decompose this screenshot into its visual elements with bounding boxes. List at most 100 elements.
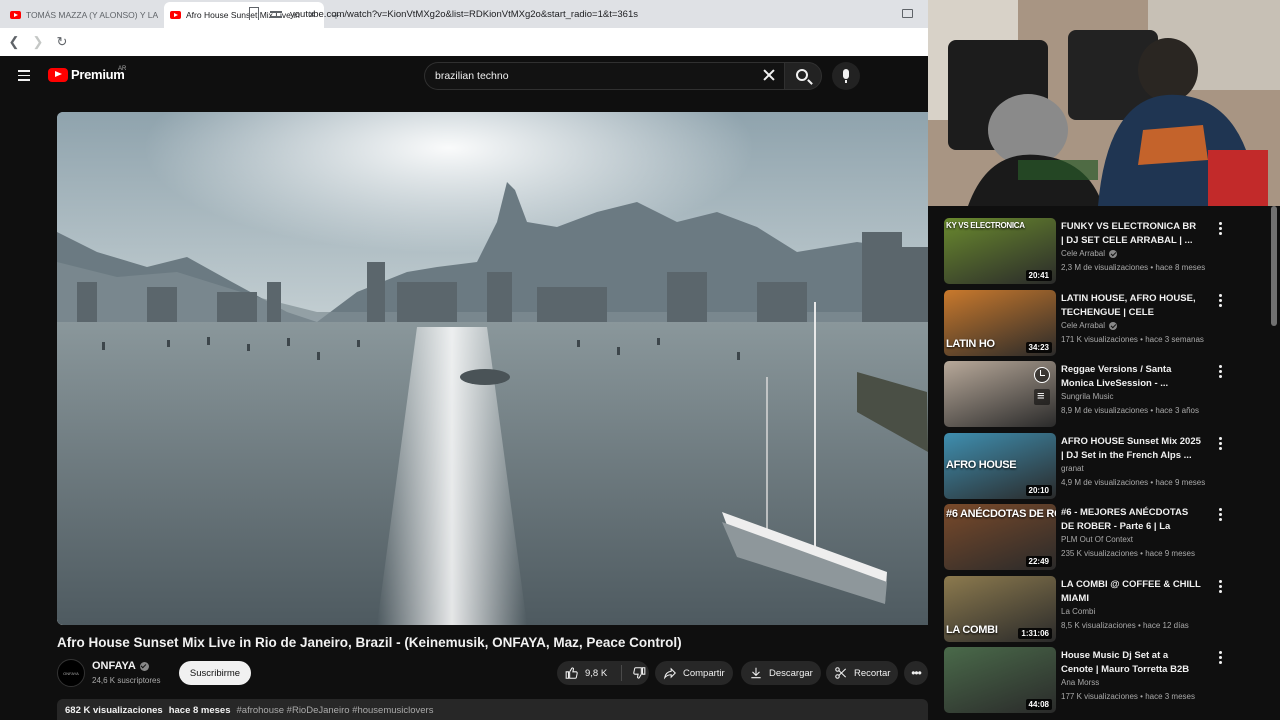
recommendation-item[interactable]: LATIN HO 34:23 LATIN HOUSE, AFRO HOUSE, TE… — [944, 290, 1274, 356]
channel-name-text: ONFAYA — [92, 660, 136, 672]
share-icon — [663, 667, 676, 680]
verified-icon — [139, 661, 149, 671]
channel-avatar[interactable]: ONFAYA — [57, 659, 85, 687]
upload-age: hace 3 años — [1155, 406, 1199, 415]
site-info-icon[interactable] — [270, 9, 282, 19]
recommendation-channel[interactable]: Sungrila Music — [1061, 392, 1113, 401]
more-horizontal-icon: ••• — [911, 666, 922, 680]
channel-name-text: granat — [1061, 464, 1084, 473]
tab-title: TOMÁS MAZZA (Y ALONSO) Y LA PE — [26, 10, 158, 20]
divider — [621, 665, 622, 681]
microphone-icon — [843, 69, 849, 83]
reload-icon[interactable]: ↻ — [54, 34, 70, 50]
recommendation-channel[interactable]: La Combi — [1061, 607, 1095, 616]
forward-icon[interactable]: ❯ — [30, 34, 46, 50]
logo-text: Premium — [71, 67, 125, 82]
url-field[interactable]: youtube.com/watch?v=KionVtMXg2o&list=RDK… — [270, 4, 920, 24]
recommendation-title[interactable]: AFRO HOUSE Sunset Mix 2025 | DJ Set in t… — [1061, 435, 1201, 463]
scissors-icon — [835, 667, 847, 679]
video-thumbnail[interactable]: AFRO HOUSE 20:10 — [944, 433, 1056, 499]
video-thumbnail[interactable]: 44:08 — [944, 647, 1056, 713]
video-thumbnail[interactable]: LA COMBI 1:31:06 — [944, 576, 1056, 642]
recommendation-title[interactable]: LA COMBI @ COFFEE & CHILL MIAMI — [1061, 578, 1201, 606]
thumbs-down-icon — [632, 667, 645, 679]
more-vertical-icon[interactable] — [1219, 508, 1223, 522]
more-vertical-icon[interactable] — [1219, 222, 1223, 236]
recommendation-channel[interactable]: PLM Out Of Context — [1061, 535, 1133, 544]
browser-tab[interactable]: TOMÁS MAZZA (Y ALONSO) Y LA PE — [4, 2, 164, 28]
watch-later-icon[interactable] — [1034, 367, 1050, 383]
url-text: youtube.com/watch?v=KionVtMXg2o&list=RDK… — [290, 8, 639, 20]
like-count: 9,8 K — [585, 667, 608, 679]
avatar-label: ONFAYA — [63, 670, 79, 676]
thumbnail-caption: KY VS ELECTRONICA — [946, 221, 1025, 230]
recommendation-item[interactable]: KY VS ELECTRONICA 20:41 FUNKY VS ELECTRONI… — [944, 218, 1274, 284]
channel-name-text: Ana Morss — [1061, 678, 1100, 687]
recommendation-channel[interactable]: Ana Morss — [1061, 678, 1099, 687]
dislike-button[interactable] — [628, 661, 649, 685]
channel-name-text: PLM Out Of Context — [1061, 535, 1134, 544]
recommendations-sidebar: KY VS ELECTRONICA 20:41 FUNKY VS ELECTRONI… — [928, 206, 1280, 720]
channel-name-text: La Combi — [1061, 607, 1096, 616]
clear-search-icon[interactable] — [762, 68, 776, 82]
recommendation-title[interactable]: Reggae Versions / Santa Monica LiveSessi… — [1061, 363, 1201, 391]
share-button[interactable]: Compartir — [655, 661, 733, 685]
more-vertical-icon[interactable] — [1219, 365, 1223, 379]
address-bar: ❮ ❯ ↻ — [0, 28, 928, 56]
recommendation-channel[interactable]: Cele Arrabal — [1061, 321, 1118, 330]
recommendation-meta: 8,5 K visualizaciones • hace 12 días — [1061, 621, 1189, 630]
description-box[interactable]: 682 K visualizaciones hace 8 meses #afroho… — [57, 699, 928, 720]
hashtags[interactable]: #afrohouse #RioDeJaneiro #housemusiclove… — [237, 705, 434, 716]
search-input[interactable]: brazilian techno — [424, 62, 786, 90]
video-thumbnail[interactable]: LATIN HO 34:23 — [944, 290, 1056, 356]
voice-search-button[interactable] — [832, 62, 860, 90]
channel-name-text: Sungrila Music — [1061, 392, 1114, 401]
youtube-favicon-icon — [170, 11, 181, 19]
video-thumbnail[interactable]: #6 ANÉCDOTAS DE ROBER 22:49 — [944, 504, 1056, 570]
view-count: 177 K visualizaciones — [1061, 692, 1138, 701]
video-frame — [57, 112, 928, 625]
recommendation-title[interactable]: FUNKY VS ELECTRONICA BR | DJ SET CELE AR… — [1061, 220, 1201, 248]
recommendation-item[interactable]: AFRO HOUSE 20:10 AFRO HOUSE Sunset Mix 202… — [944, 433, 1274, 499]
view-count: 2,3 M de visualizaciones — [1061, 263, 1149, 272]
recommendation-title[interactable]: LATIN HOUSE, AFRO HOUSE, TECHENGUE | CEL… — [1061, 292, 1201, 320]
add-to-queue-icon[interactable] — [1034, 388, 1050, 405]
youtube-favicon-icon — [10, 11, 21, 19]
more-vertical-icon[interactable] — [1219, 651, 1223, 665]
back-icon[interactable]: ❮ — [6, 34, 22, 50]
search-button[interactable] — [784, 62, 822, 90]
download-button[interactable]: Descargar — [741, 661, 821, 685]
more-vertical-icon[interactable] — [1219, 437, 1223, 451]
more-actions-button[interactable]: ••• — [904, 661, 928, 685]
recommendation-title[interactable]: #6 - MEJORES ANÉCDOTAS DE ROBER - Parte … — [1061, 506, 1201, 534]
recommendation-item[interactable]: #6 ANÉCDOTAS DE ROBER 22:49 #6 - MEJORES A… — [944, 504, 1274, 570]
recommendation-item[interactable]: LA COMBI 1:31:06 LA COMBI @ COFFEE & CHILL… — [944, 576, 1274, 642]
cast-icon[interactable] — [902, 9, 913, 18]
clip-label: Recortar — [854, 667, 891, 679]
recommendation-item[interactable]: 44:08 House Music Dj Set at a Cenote | Ma… — [944, 647, 1274, 713]
channel-name[interactable]: ONFAYA — [92, 660, 149, 672]
recommendation-meta: 2,3 M de visualizaciones • hace 8 meses — [1061, 263, 1205, 272]
search-icon — [796, 69, 808, 81]
more-vertical-icon[interactable] — [1219, 294, 1223, 308]
video-player[interactable] — [57, 112, 928, 625]
video-thumbnail[interactable] — [944, 361, 1056, 427]
clip-button[interactable]: Recortar — [826, 661, 899, 685]
subscribe-button[interactable]: Suscribirme — [179, 661, 251, 685]
recommendation-title[interactable]: House Music Dj Set at a Cenote | Mauro T… — [1061, 649, 1201, 677]
youtube-premium-logo[interactable]: Premium — [48, 67, 125, 82]
recommendation-channel[interactable]: Cele Arrabal — [1061, 249, 1118, 258]
video-duration: 22:49 — [1025, 556, 1052, 567]
scrollbar-thumb[interactable] — [1271, 206, 1277, 326]
like-button[interactable]: 9,8 K — [557, 661, 615, 685]
view-count: 4,9 M de visualizaciones — [1061, 478, 1149, 487]
bookmark-icon[interactable] — [249, 7, 259, 24]
video-thumbnail[interactable]: KY VS ELECTRONICA 20:41 — [944, 218, 1056, 284]
upload-age: hace 3 meses — [1145, 692, 1195, 701]
video-duration: 20:41 — [1025, 270, 1052, 281]
hamburger-menu-icon[interactable] — [18, 70, 30, 81]
more-vertical-icon[interactable] — [1219, 580, 1223, 594]
recommendation-item[interactable]: Reggae Versions / Santa Monica LiveSessi… — [944, 361, 1274, 427]
recommendation-channel[interactable]: granat — [1061, 464, 1084, 473]
upload-age: hace 3 semanas — [1145, 335, 1204, 344]
